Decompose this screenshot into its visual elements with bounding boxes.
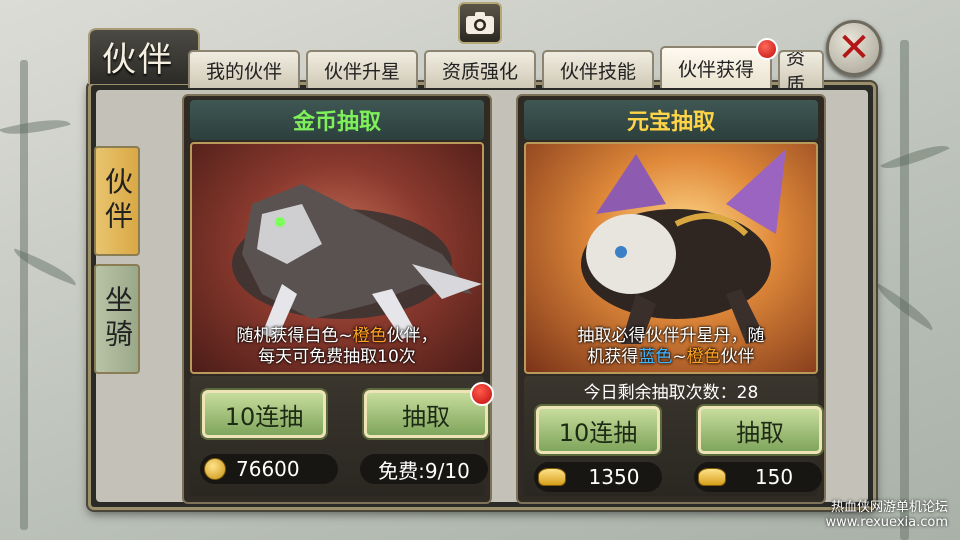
screenshot-button[interactable] [458, 2, 502, 44]
ingot-icon [698, 468, 726, 486]
ingot-ten-cost: 1350 [534, 462, 662, 492]
gold-draw-title-text: 金币抽取 [292, 110, 381, 135]
ingot-caption-tilde: ~ [672, 347, 687, 367]
ingot-caption-orange: 橙色 [686, 347, 721, 367]
bamboo-decoration [900, 40, 909, 540]
watermark-line2: www.rexuexia.com [825, 515, 948, 530]
ingot-ten-draw-button[interactable]: 10连抽 [536, 406, 660, 454]
ingot-caption-a: 机获得 [587, 347, 639, 367]
ingot-draw-title-text: 元宝抽取 [626, 110, 715, 135]
gold-caption-part1: 随机获得白色~ [236, 326, 353, 346]
ingot-draw-actions: 今日剩余抽取次数：28 10连抽 抽取 1350 150 [524, 376, 822, 496]
gold-caption-orange: 橙色 [352, 326, 387, 346]
ingot-single-cost-value: 150 [754, 465, 794, 489]
notification-badge [756, 38, 778, 60]
gold-draw-art[interactable]: 随机获得白色~橙色伙伴， 每天可免费抽取10次 [190, 142, 484, 374]
camera-icon [466, 12, 494, 34]
tab-my-partners[interactable]: 我的伙伴 [188, 50, 300, 88]
tab-aptitude[interactable]: 资质强化 [424, 50, 536, 88]
bamboo-leaf [0, 111, 71, 143]
gold-draw-description: 随机获得白色~橙色伙伴， 每天可免费抽取10次 [192, 326, 482, 368]
ingot-single-draw-button[interactable]: 抽取 [698, 406, 822, 454]
tab-partner-upgrade[interactable]: 伙伴升星 [306, 50, 418, 88]
gold-draw-title: 金币抽取 [190, 100, 484, 140]
ingot-ten-cost-value: 1350 [588, 465, 640, 489]
ingot-caption-blue: 蓝色 [638, 347, 673, 367]
watermark-line1: 热血侠网游单机论坛 [830, 500, 948, 515]
remaining-draws: 今日剩余抽取次数：28 [583, 383, 759, 403]
close-icon: ✕ [837, 25, 871, 71]
free-draw-text: 免费:9/10 [378, 458, 470, 483]
ingot-draw-description: 抽取必得伙伴升星丹，随 机获得蓝色~橙色伙伴 [526, 326, 816, 368]
gold-balance-value: 76600 [236, 457, 300, 481]
ingot-draw-card: 元宝抽取 抽取必得伙伴升星丹，随 机获得蓝色~橙色伙伴 今日剩余抽取次数：28 … [516, 94, 826, 504]
gold-single-draw-button[interactable]: 抽取 [364, 390, 488, 438]
gold-draw-card: 金币抽取 随机获得白色~橙色伙伴， 每天可免费抽取10次 10连抽 抽取 766… [182, 94, 494, 504]
ingot-single-cost: 150 [694, 462, 822, 492]
ingot-draw-art[interactable]: 抽取必得伙伴升星丹，随 机获得蓝色~橙色伙伴 [524, 142, 818, 374]
tab-partner-skills[interactable]: 伙伴技能 [542, 50, 654, 88]
tab-partner-acquire[interactable]: 伙伴获得 [660, 46, 772, 88]
window-title: 伙伴 [102, 40, 174, 80]
gold-coin-icon [204, 458, 226, 480]
bamboo-leaf [880, 135, 950, 179]
ingot-draw-title: 元宝抽取 [524, 100, 818, 140]
gold-caption-line2: 每天可免费抽取10次 [258, 347, 416, 367]
free-draw-badge [470, 382, 494, 406]
gold-balance: 76600 [200, 454, 338, 484]
free-draw-counter: 免费:9/10 [360, 454, 488, 484]
watermark: 热血侠网游单机论坛 www.rexuexia.com [825, 500, 948, 530]
ingot-icon [538, 468, 566, 486]
tab-aptitude-more[interactable]: 资质 [778, 50, 824, 88]
close-button[interactable]: ✕ [826, 20, 882, 76]
side-tab-mount[interactable]: 坐骑 [94, 264, 140, 374]
gold-ten-draw-button[interactable]: 10连抽 [202, 390, 326, 438]
ingot-caption-e: 伙伴 [720, 347, 755, 367]
ingot-caption-line1: 抽取必得伙伴升星丹，随 [577, 326, 765, 346]
gold-draw-actions: 10连抽 抽取 76600 免费:9/10 [190, 376, 494, 496]
side-tab-partner[interactable]: 伙伴 [94, 146, 140, 256]
gold-caption-part3: 伙伴， [386, 326, 438, 346]
